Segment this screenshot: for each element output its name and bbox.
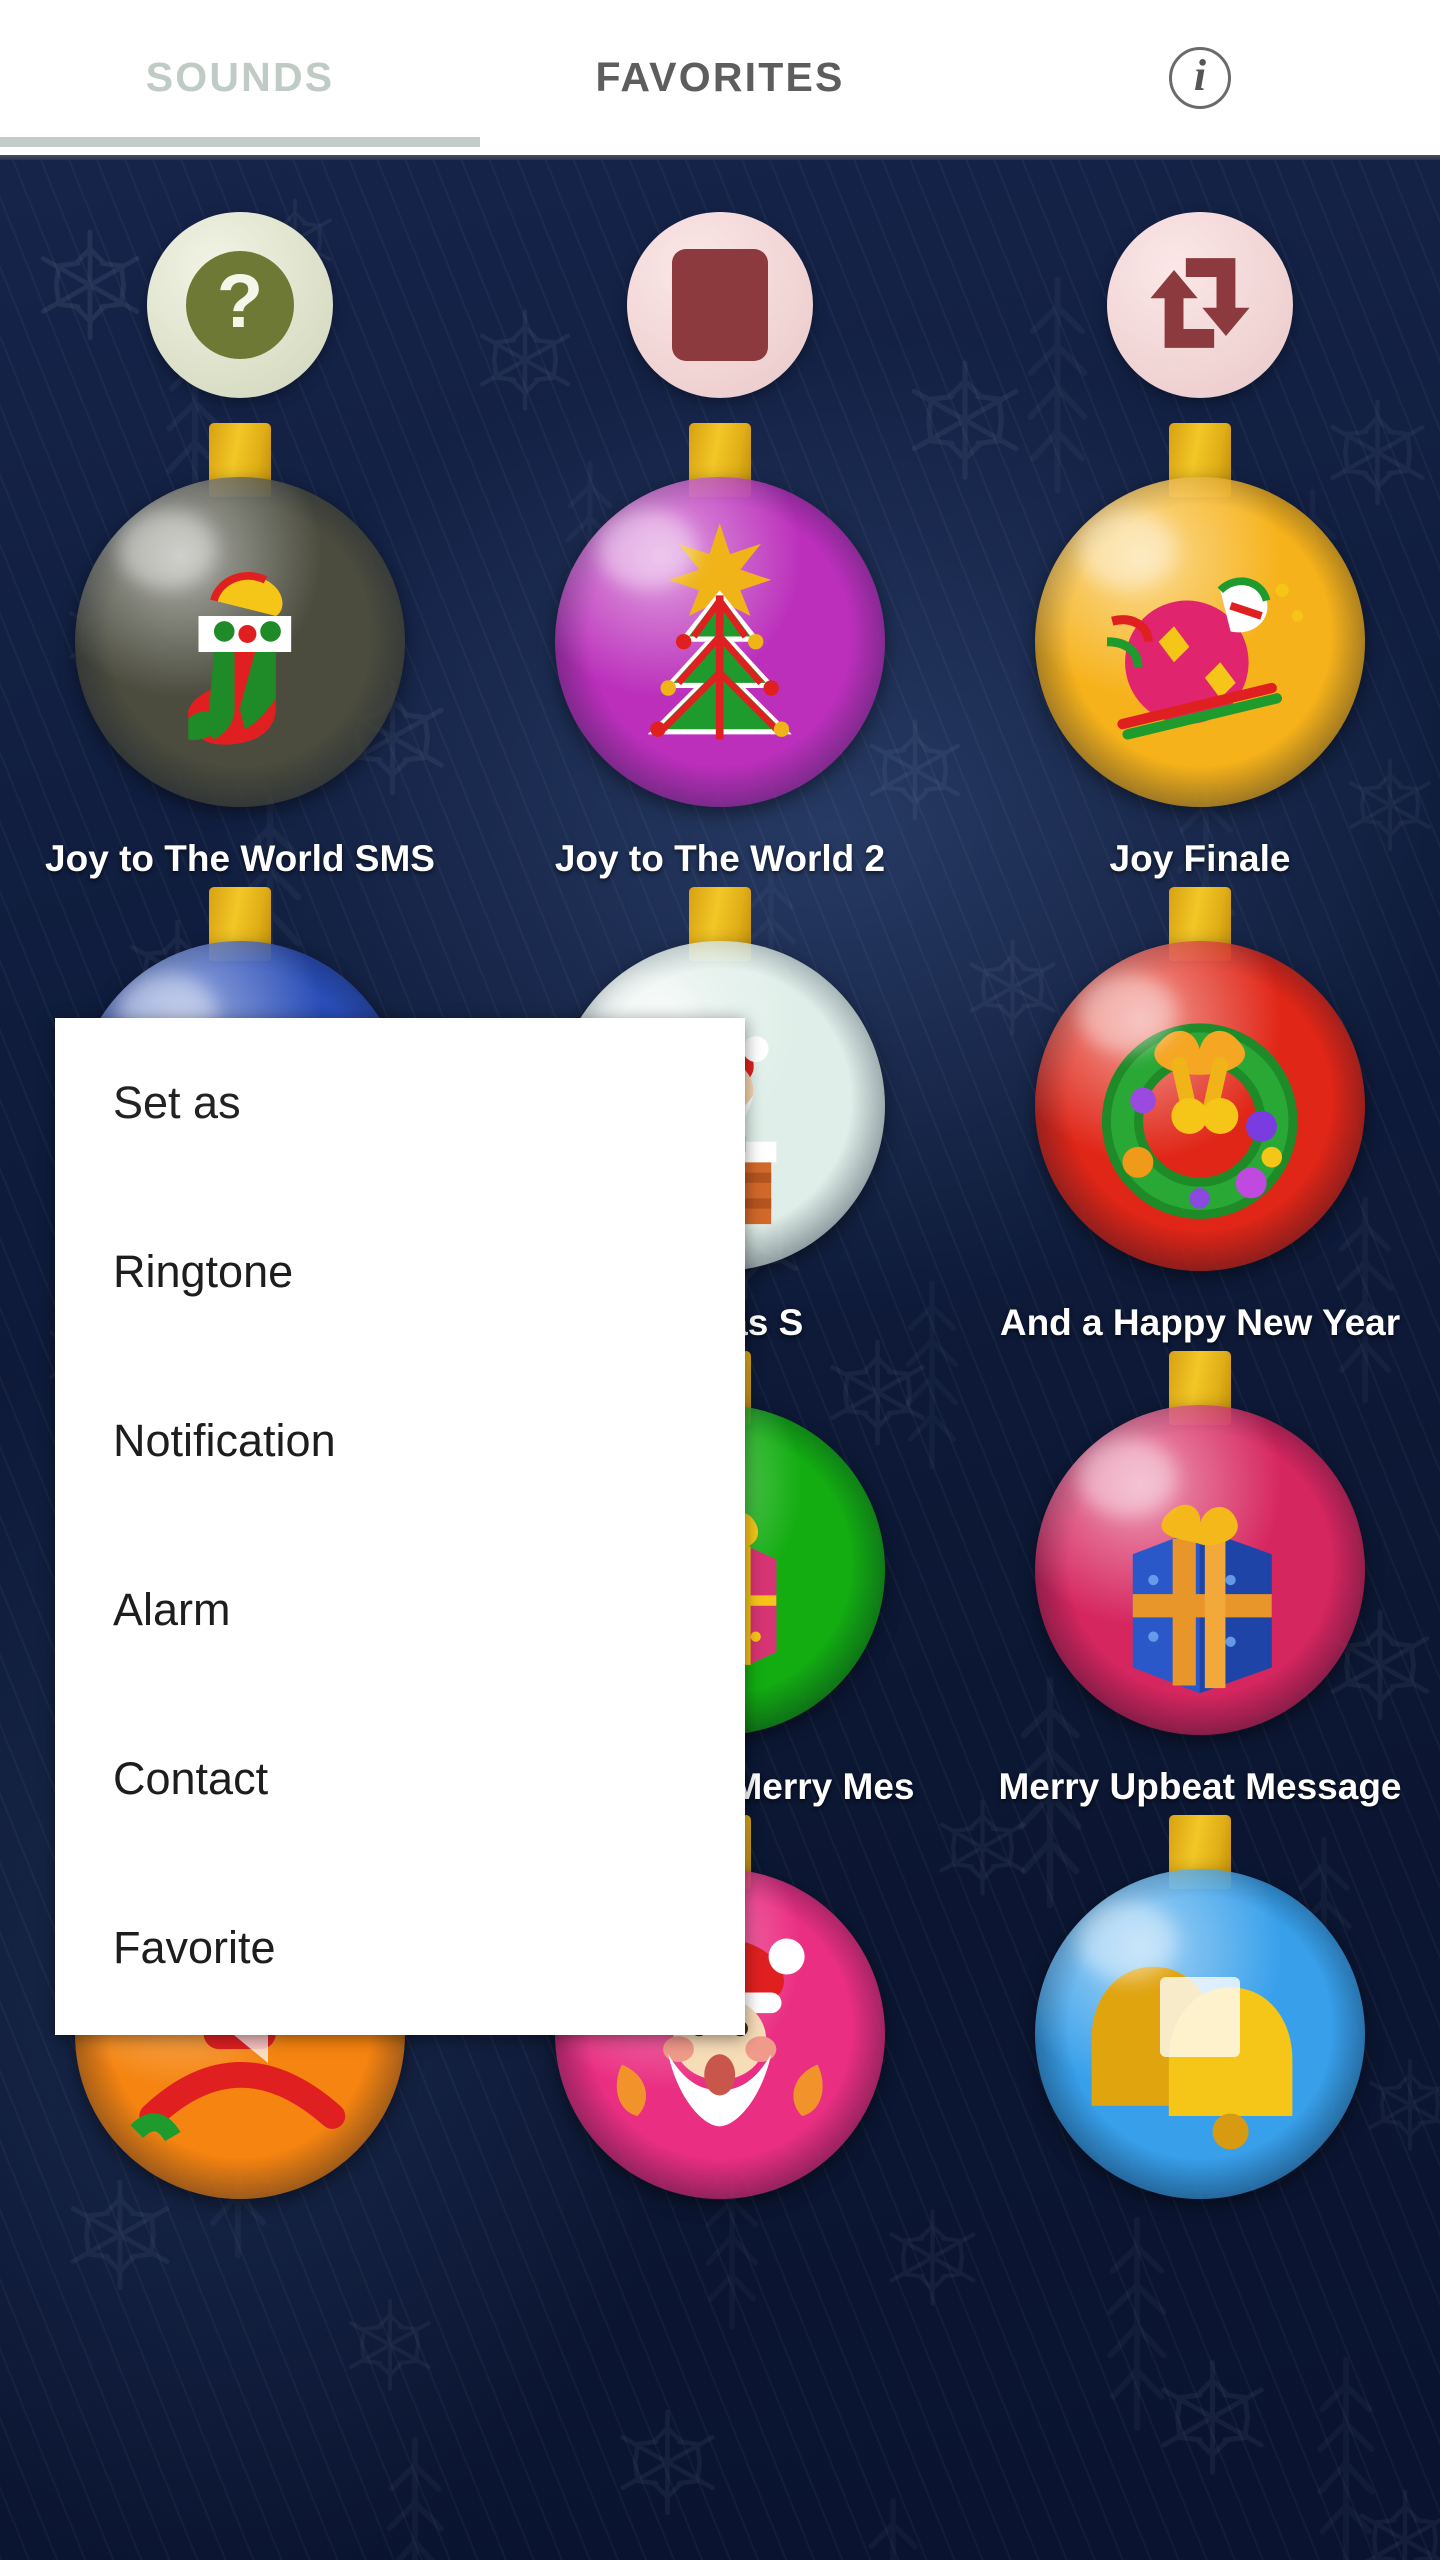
sound-item[interactable]: Joy to The World 2: [480, 415, 960, 879]
menu-header-set-as: Set as: [55, 1018, 745, 1187]
sound-item[interactable]: And a Happy New Year: [960, 879, 1440, 1343]
stop-square-icon: [672, 249, 768, 361]
menu-item-label: Notification: [113, 1414, 336, 1466]
tab-favorites-label: FAVORITES: [595, 54, 845, 100]
tabbar-shadow: [0, 155, 1440, 160]
ornament-thumbnail[interactable]: [990, 1807, 1410, 2227]
ornament-thumbnail[interactable]: [990, 415, 1410, 835]
ornament-ball-icon: [555, 477, 885, 807]
menu-item-label: Ringtone: [113, 1245, 294, 1297]
stop-button[interactable]: [627, 212, 813, 398]
info-glyph: i: [1193, 51, 1207, 100]
ornament-thumbnail[interactable]: [510, 415, 930, 835]
tab-indicator: [0, 137, 480, 147]
menu-item-alarm[interactable]: Alarm: [55, 1525, 745, 1694]
ornament-thumbnail[interactable]: [30, 415, 450, 835]
sound-item-label: Joy to The World 2: [554, 838, 886, 879]
tab-favorites[interactable]: FAVORITES: [480, 0, 960, 155]
info-icon: i: [1169, 46, 1231, 109]
stop-overlay-icon: [1160, 1976, 1240, 2057]
help-glyph: ?: [216, 259, 264, 344]
sound-item-label: Joy to The World SMS: [45, 838, 435, 879]
set-as-context-menu: Set as Ringtone Notification Alarm Conta…: [55, 1018, 745, 2035]
menu-item-label: Favorite: [113, 1921, 276, 1973]
tab-sounds[interactable]: SOUNDS: [0, 0, 480, 155]
repeat-button-cell: [960, 195, 1440, 415]
ornament-ball-icon: [1035, 1404, 1365, 1735]
top-tab-bar: SOUNDS FAVORITES i: [0, 0, 1440, 155]
ornament-art-gift-blue-icon: [1035, 1405, 1365, 1735]
sound-item[interactable]: Merry Upbeat Message: [960, 1343, 1440, 1807]
ornament-art-tree-icon: [555, 477, 885, 807]
sound-item-label: And a Happy New Year: [999, 1301, 1401, 1343]
question-mark-icon: ?: [186, 251, 294, 359]
playback-controls: ?: [0, 195, 1440, 415]
help-button-cell: ?: [0, 195, 480, 415]
grid-row: Joy to The World SMS Joy to The World 2: [0, 415, 1440, 879]
menu-item-label: Alarm: [113, 1583, 231, 1635]
ornament-thumbnail[interactable]: [990, 1343, 1410, 1763]
sound-item-label: Joy Finale: [1109, 838, 1291, 879]
menu-item-ringtone[interactable]: Ringtone: [55, 1187, 745, 1356]
ornament-art-sleigh-icon: [1035, 477, 1365, 807]
tab-sounds-label: SOUNDS: [145, 54, 335, 100]
ornament-thumbnail[interactable]: [990, 879, 1410, 1299]
help-button[interactable]: ?: [147, 212, 333, 398]
ornament-ball-icon: [1035, 940, 1365, 1271]
menu-item-contact[interactable]: Contact: [55, 1694, 745, 1863]
ornament-art-wreath-icon: [1035, 941, 1365, 1271]
ornament-art-stocking-icon: [75, 477, 405, 807]
menu-item-notification[interactable]: Notification: [55, 1356, 745, 1525]
sound-item[interactable]: [960, 1807, 1440, 2231]
sound-item[interactable]: Joy Finale: [960, 415, 1440, 879]
menu-item-favorite[interactable]: Favorite: [55, 1863, 745, 2032]
menu-header-label: Set as: [113, 1076, 241, 1128]
ornament-ball-icon: [1035, 477, 1365, 807]
menu-item-label: Contact: [113, 1752, 269, 1804]
stop-button-cell: [480, 195, 960, 415]
ornament-ball-icon: [75, 477, 405, 807]
sound-item[interactable]: Joy to The World SMS: [0, 415, 480, 879]
info-button[interactable]: i: [960, 0, 1440, 155]
repeat-button[interactable]: [1107, 212, 1293, 398]
repeat-arrows-icon: [1141, 244, 1259, 367]
sound-item-label: Merry Upbeat Message: [998, 1765, 1402, 1807]
